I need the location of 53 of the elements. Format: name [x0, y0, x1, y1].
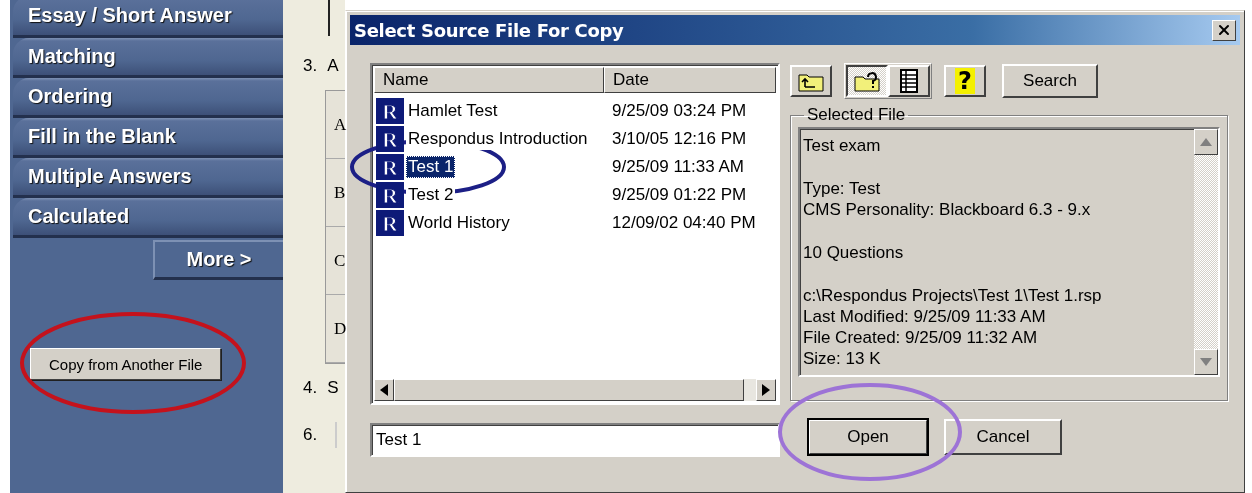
vertical-scrollbar[interactable]: [1194, 129, 1218, 375]
question-number: 6.: [303, 425, 318, 445]
horizontal-scrollbar[interactable]: [374, 379, 776, 401]
question-text: A: [327, 56, 339, 76]
column-header[interactable]: Date: [604, 67, 776, 93]
close-button[interactable]: [1212, 19, 1236, 41]
help-glyph: ?: [955, 68, 975, 94]
question-number: 3.: [303, 56, 318, 76]
close-icon: [1216, 22, 1232, 38]
group-legend: Selected File: [804, 105, 909, 125]
question-text: S: [327, 378, 339, 398]
file-info-line: Size: 13 K: [803, 348, 882, 369]
open-button[interactable]: Open: [808, 419, 928, 455]
list-icon: [899, 69, 919, 93]
more-button[interactable]: More >: [153, 240, 283, 280]
file-date: 9/25/09 03:24 PM: [611, 101, 748, 121]
file-date: 9/25/09 11:33 AM: [611, 157, 745, 177]
question-number: 4.: [303, 378, 318, 398]
file-icon: R: [376, 210, 404, 236]
toolbar-button[interactable]: ?: [944, 65, 986, 97]
question-type-button[interactable]: Matching: [13, 38, 283, 78]
file-icon: R: [376, 182, 404, 208]
file-info-line: Last Modified: 9/25/09 11:33 AM: [803, 306, 1047, 327]
right-arrow-icon: [762, 384, 770, 396]
file-info-line: File Created: 9/25/09 11:32 AM: [803, 327, 1039, 348]
toolbar-button[interactable]: [846, 65, 888, 97]
file-info-line: Type: Test: [803, 178, 882, 199]
file-name-field[interactable]: Test 1: [370, 423, 780, 457]
file-icon: R: [376, 126, 404, 152]
copy-file-button[interactable]: Copy from Another File: [30, 348, 222, 380]
column-header[interactable]: Name: [374, 67, 604, 93]
file-date: 12/09/02 04:40 PM: [611, 213, 757, 233]
down-arrow-icon: [1200, 358, 1212, 366]
file-date: 9/25/09 01:22 PM: [611, 185, 748, 205]
question-type-button[interactable]: Multiple Answers: [13, 158, 283, 198]
file-info-line: 10 Questions: [803, 242, 905, 263]
left-arrow-icon: [380, 384, 388, 396]
file-date: 3/10/05 12:16 PM: [611, 129, 748, 149]
file-info-line: c:\Respondus Projects\Test 1\Test 1.rsp: [803, 285, 1103, 306]
cancel-button[interactable]: Cancel: [944, 419, 1062, 455]
file-info-line: CMS Personality: Blackboard 6.3 - 9.x: [803, 199, 1092, 220]
file-name[interactable]: Test 1: [406, 156, 456, 178]
folder-question-icon: [853, 69, 881, 93]
file-icon: R: [376, 98, 404, 124]
question-type-button[interactable]: Calculated: [13, 198, 283, 238]
question-type-button[interactable]: Ordering: [13, 78, 283, 118]
window-title: Select Source File For Copy: [354, 19, 624, 41]
search-button[interactable]: Search: [1002, 64, 1098, 98]
up-arrow-icon: [1200, 138, 1212, 146]
file-info-line: Test exam: [803, 135, 882, 156]
file-icon: R: [376, 154, 404, 180]
question-type-button[interactable]: Fill in the Blank: [13, 118, 283, 158]
question-type-button[interactable]: Essay / Short Answer: [13, 0, 283, 38]
